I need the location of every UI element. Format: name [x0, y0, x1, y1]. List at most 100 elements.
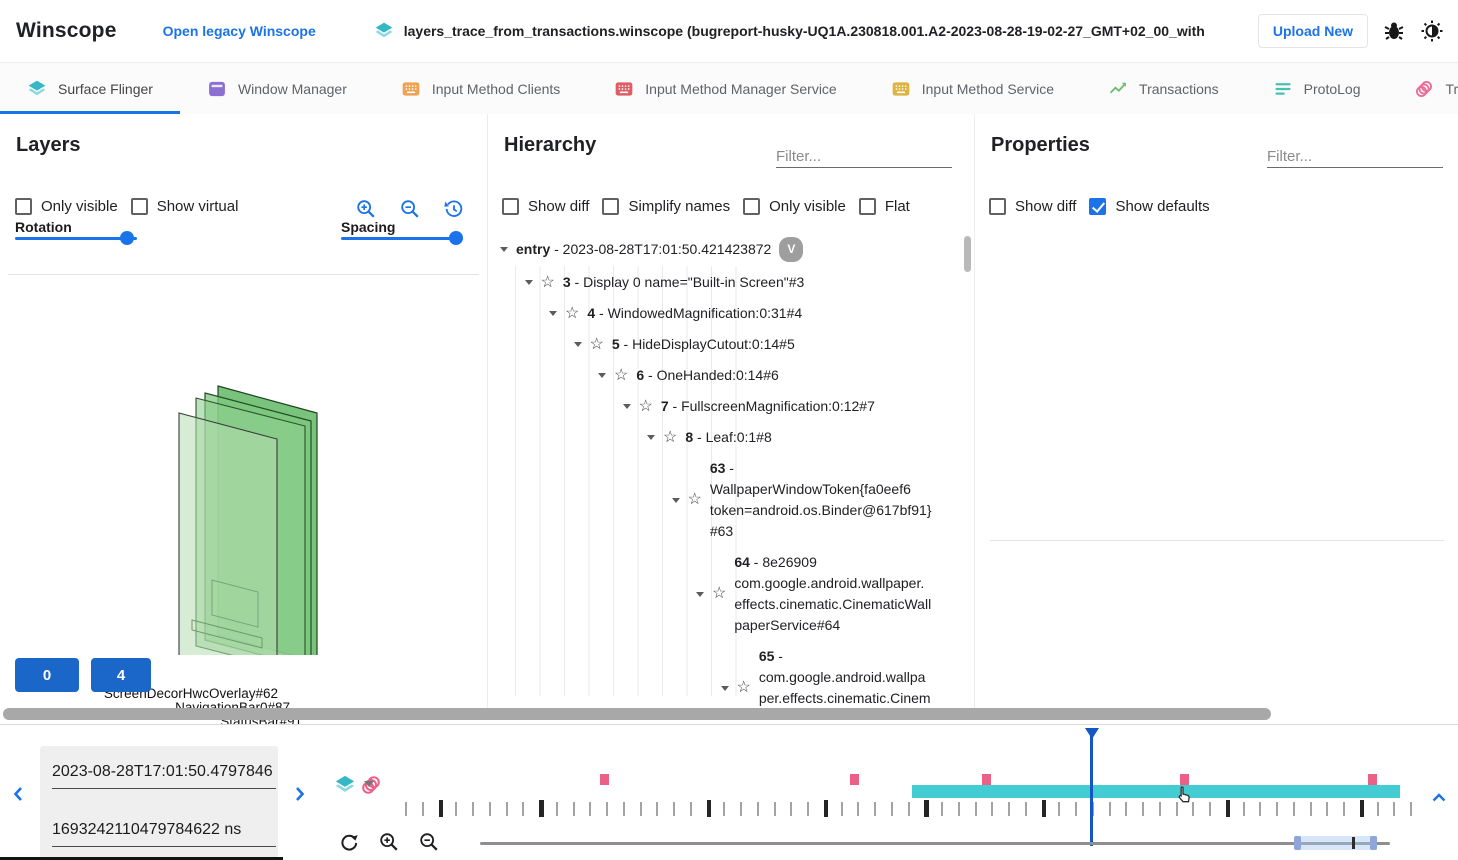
timeline-ruler[interactable]	[405, 725, 1410, 860]
expand-caret-icon[interactable]	[623, 404, 631, 409]
checkbox-box[interactable]	[989, 198, 1006, 215]
tree-node-3[interactable]: ☆3 - Display 0 name="Built-in Screen"#3	[488, 267, 974, 298]
expand-caret-icon[interactable]	[525, 280, 533, 285]
layer-id-button[interactable]: 4	[91, 658, 151, 692]
tree-node-entry[interactable]: entry - 2023-08-28T17:01:50.421423872V	[488, 232, 974, 267]
report-bug-icon[interactable]	[1382, 19, 1406, 43]
expand-caret-icon[interactable]	[721, 686, 729, 691]
only-visible-checkbox[interactable]: Only visible	[15, 198, 118, 215]
properties-filter-input[interactable]	[1267, 146, 1443, 168]
zoom-in-icon[interactable]	[378, 831, 400, 853]
checkbox-box[interactable]	[743, 198, 760, 215]
tab-transactions[interactable]: Transactions	[1081, 63, 1246, 114]
zoom-out-icon[interactable]	[399, 198, 421, 220]
expand-caret-icon[interactable]	[647, 435, 655, 440]
star-icon[interactable]: ☆	[639, 399, 653, 415]
tree-node-7[interactable]: ☆7 - FullscreenMagnification:0:12#7	[488, 391, 974, 422]
checkbox-box[interactable]	[859, 198, 876, 215]
hierarchy-filter-input[interactable]	[776, 146, 952, 168]
trace-dropdown-caret[interactable]	[364, 781, 374, 787]
layers-3d-canvas[interactable]	[0, 275, 487, 655]
slider-track[interactable]	[15, 237, 137, 240]
reset-view-icon[interactable]	[443, 198, 465, 220]
checkbox-box[interactable]	[602, 198, 619, 215]
expand-caret-icon[interactable]	[696, 592, 704, 597]
tab-input-method-manager-service[interactable]: Input Method Manager Service	[587, 63, 863, 114]
transition-marker[interactable]	[850, 774, 859, 785]
star-icon[interactable]: ☆	[614, 368, 628, 384]
timeline-cursor[interactable]	[1090, 729, 1093, 846]
sf-trace-band[interactable]	[912, 785, 1400, 798]
next-entry-icon[interactable]	[290, 785, 308, 803]
horizontal-scrollbar[interactable]	[3, 708, 1271, 720]
tree-node-63[interactable]: ☆63 - WallpaperWindowToken{fa0eef6 token…	[488, 453, 974, 547]
transition-marker[interactable]	[1180, 774, 1189, 785]
zoom-in-icon[interactable]	[355, 198, 377, 220]
slider-track[interactable]	[341, 237, 463, 240]
range-handle-left[interactable]	[1294, 836, 1301, 850]
open-legacy-link[interactable]: Open legacy Winscope	[163, 23, 316, 39]
timeline-range-track[interactable]	[480, 842, 1390, 845]
star-icon[interactable]: ☆	[688, 492, 702, 508]
tree-node-4[interactable]: ☆4 - WindowedMagnification:0:31#4	[488, 298, 974, 329]
tree-node-65[interactable]: ☆65 - com.google.android.wallpaper.effec…	[488, 641, 974, 706]
slider-thumb[interactable]	[120, 231, 134, 245]
dark-mode-icon[interactable]	[1420, 19, 1444, 43]
tree-node-8[interactable]: ☆8 - Leaf:0:1#8	[488, 422, 974, 453]
flat-checkbox[interactable]: Flat	[859, 198, 910, 215]
timeline-range-selection[interactable]	[1297, 836, 1377, 850]
checkbox-box[interactable]	[502, 198, 519, 215]
show-diff-checkbox[interactable]: Show diff	[989, 198, 1076, 215]
upload-new-button[interactable]: Upload New	[1258, 14, 1368, 48]
star-icon[interactable]: ☆	[737, 680, 751, 696]
show-virtual-checkbox[interactable]: Show virtual	[131, 198, 239, 215]
range-handle-right[interactable]	[1370, 836, 1377, 850]
expand-caret-icon[interactable]	[549, 311, 557, 316]
timestamp-ns-input[interactable]: 1693242110479784622 ns	[52, 814, 276, 847]
tree-scrollbar[interactable]	[964, 236, 971, 272]
only-visible-checkbox[interactable]: Only visible	[743, 198, 846, 215]
checkbox-box[interactable]	[15, 198, 32, 215]
transition-marker[interactable]	[982, 774, 991, 785]
timeline-cursor-head[interactable]	[1085, 728, 1099, 739]
list-icon	[1273, 79, 1293, 99]
transition-marker[interactable]	[600, 774, 609, 785]
expand-caret-icon[interactable]	[574, 342, 582, 347]
tab-window-manager[interactable]: Window Manager	[180, 63, 374, 114]
spacing-slider[interactable]	[341, 231, 463, 245]
timeline-tick	[1226, 800, 1231, 817]
show-defaults-checkbox[interactable]: Show defaults	[1089, 198, 1209, 215]
expand-caret-icon[interactable]	[500, 247, 508, 252]
show-diff-checkbox[interactable]: Show diff	[502, 198, 589, 215]
tab-input-method-clients[interactable]: Input Method Clients	[374, 63, 587, 114]
rotation-slider[interactable]	[15, 231, 137, 245]
layer-id-button[interactable]: 0	[15, 658, 79, 692]
transition-marker[interactable]	[1368, 774, 1377, 785]
star-icon[interactable]: ☆	[590, 337, 604, 353]
tree-node-6[interactable]: ☆6 - OneHanded:0:14#6	[488, 360, 974, 391]
tree-node-64[interactable]: ☆64 - 8e26909 com.google.android.wallpap…	[488, 547, 974, 641]
checkbox-box[interactable]	[1089, 198, 1106, 215]
tree-node-5[interactable]: ☆5 - HideDisplayCutout:0:14#5	[488, 329, 974, 360]
header-actions: Upload New	[1258, 14, 1444, 48]
star-icon[interactable]: ☆	[712, 586, 726, 602]
tab-surface-flinger[interactable]: Surface Flinger	[0, 63, 180, 114]
surface-flinger-trace-icon[interactable]	[334, 774, 356, 796]
tab-transitions[interactable]: Transitions	[1387, 63, 1458, 114]
reset-zoom-icon[interactable]	[338, 831, 360, 853]
properties-panel: Properties Show diff Show defaults	[975, 114, 1458, 708]
star-icon[interactable]: ☆	[565, 306, 579, 322]
collapse-timeline-icon[interactable]	[1430, 789, 1448, 807]
tab-protolog[interactable]: ProtoLog	[1246, 63, 1388, 114]
expand-caret-icon[interactable]	[672, 498, 680, 503]
star-icon[interactable]: ☆	[541, 275, 555, 291]
timestamp-human-input[interactable]: 2023-08-28T17:01:50.4797846	[52, 756, 276, 789]
star-icon[interactable]: ☆	[663, 430, 677, 446]
checkbox-box[interactable]	[131, 198, 148, 215]
slider-thumb[interactable]	[449, 231, 463, 245]
expand-caret-icon[interactable]	[598, 373, 606, 378]
previous-entry-icon[interactable]	[10, 785, 28, 803]
checkbox-label: Simplify names	[628, 198, 730, 215]
simplify-names-checkbox[interactable]: Simplify names	[602, 198, 730, 215]
tab-input-method-service[interactable]: Input Method Service	[864, 63, 1081, 114]
